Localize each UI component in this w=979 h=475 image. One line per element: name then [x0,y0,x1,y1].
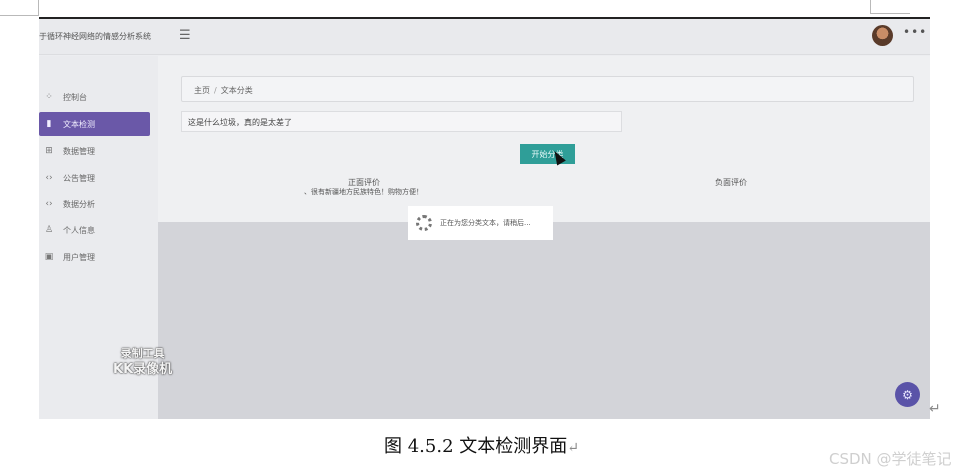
sidebar-item-label: 控制台 [63,92,87,102]
app-screenshot: 于循环神经网络的情感分析系统 ☰ ••• ⁘ 控制台 ▮ 文本检测 ⊞ 数据管理… [39,17,930,419]
document-icon: ▣ [44,252,54,262]
sidebar-item-label: 用户管理 [63,252,95,262]
menu-toggle-icon[interactable]: ☰ [179,28,191,43]
bar-chart-icon: ▮ [46,119,52,129]
paragraph-return-icon: ↵ [929,401,941,417]
code-icon: ‹› [45,199,53,209]
caption-text: 图 4.5.2 文本检测界面 [384,436,568,457]
figure-caption: 图 4.5.2 文本检测界面↵ [384,432,579,458]
page-corner-mark [0,0,39,16]
avatar[interactable] [872,25,893,46]
loading-text: 正在为您分类文本，请稍后... [440,219,531,227]
more-icon[interactable]: ••• [903,25,927,39]
sidebar-item-data-analysis[interactable]: ‹› 数据分析 [39,192,150,216]
user-icon: ♙ [44,225,54,235]
sidebar-item-users[interactable]: ▣ 用户管理 [39,245,150,269]
breadcrumb-separator: / [214,86,217,95]
spinner-icon [416,215,432,231]
page-corner-mark [870,0,910,14]
dashboard-icon: ⁘ [45,92,53,102]
sidebar-item-data-management[interactable]: ⊞ 数据管理 [39,139,150,163]
breadcrumb-current: 文本分类 [220,86,253,95]
loading-dialog: 正在为您分类文本，请稍后... [408,206,553,240]
breadcrumb: 主页 / 文本分类 [181,76,914,102]
app-title: 于循环神经网络的情感分析系统 [39,32,151,41]
csdn-watermark: CSDN @学徒笔记 [829,450,952,468]
paragraph-return-icon: ↵ [567,440,579,456]
sidebar-item-label: 文本检测 [63,119,95,129]
grid-icon: ⊞ [45,146,53,156]
sidebar-item-label: 数据分析 [63,199,95,209]
sidebar-item-label: 个人信息 [63,225,95,235]
watermark-line-1: 录制工具 [120,347,165,360]
code-icon: ‹› [45,173,53,183]
gear-icon: ⚙ [902,387,913,402]
text-input[interactable]: 这是什么垃圾，真的是太差了 [181,111,622,132]
breadcrumb-home[interactable]: 主页 [194,86,210,95]
loading-overlay [158,222,930,419]
negative-review-header: 负面评价 [715,178,747,187]
positive-review-text: 、很有新疆地方民族特色！购物方便！ [304,188,423,196]
watermark-line-2: KK录像机 [113,362,173,377]
sidebar-item-dashboard[interactable]: ⁘ 控制台 [39,85,150,109]
sidebar-item-text-detection[interactable]: ▮ 文本检测 [39,112,150,136]
top-bar: 于循环神经网络的情感分析系统 ☰ ••• [39,19,930,55]
start-classify-button[interactable]: 开始分类 [520,144,575,164]
sidebar-item-label: 公告管理 [63,173,95,183]
sidebar-item-label: 数据管理 [63,146,95,156]
main-content: 主页 / 文本分类 这是什么垃圾，真的是太差了 开始分类 正面评价 、很有新疆地方民… [158,56,930,419]
sidebar-item-profile[interactable]: ♙ 个人信息 [39,218,150,242]
settings-fab[interactable]: ⚙ [895,382,920,407]
recorder-watermark: 录制工具 KK录像机 [113,346,172,378]
sidebar-item-announcements[interactable]: ‹› 公告管理 [39,166,150,190]
